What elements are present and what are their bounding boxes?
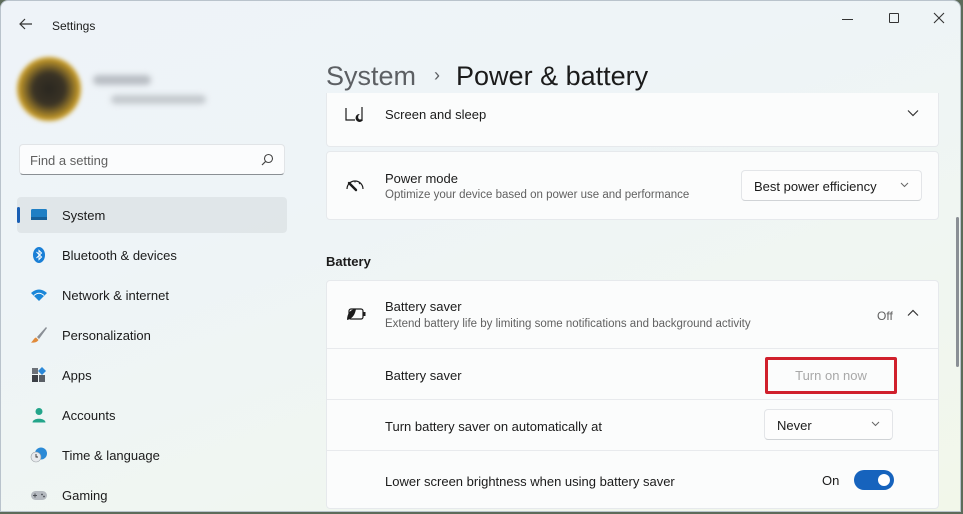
turn-on-now-button[interactable]: Turn on now: [765, 357, 897, 394]
battery-saver-status: Off: [877, 309, 893, 323]
search-placeholder: Find a setting: [30, 153, 109, 168]
sidebar-item-network[interactable]: Network & internet: [17, 277, 287, 313]
screen-sleep-icon: [345, 107, 363, 122]
search-icon: [261, 153, 274, 166]
screen-sleep-title: Screen and sleep: [385, 107, 487, 122]
battery-saver-icon: [347, 308, 366, 320]
minimize-button[interactable]: [827, 9, 867, 29]
avatar[interactable]: [17, 57, 81, 121]
sidebar-item-gaming[interactable]: Gaming: [17, 477, 287, 511]
bluetooth-icon: [33, 247, 45, 263]
scrollbar[interactable]: [956, 217, 959, 367]
power-mode-selected: Best power efficiency: [754, 179, 877, 194]
chevron-down-icon: [900, 182, 909, 188]
profile-email: [111, 95, 206, 104]
power-mode-subtitle: Optimize your device based on power use …: [385, 189, 690, 201]
search-input[interactable]: Find a setting: [19, 144, 285, 175]
chevron-down-icon[interactable]: [907, 109, 919, 117]
sidebar-item-time-language[interactable]: Time & language: [17, 437, 287, 473]
breadcrumb-separator: ›: [434, 65, 441, 85]
battery-saver-card: Battery saver Extend battery life by lim…: [326, 280, 939, 509]
power-mode-gauge-icon: [346, 180, 364, 192]
sidebar-item-label: Network & internet: [62, 288, 169, 303]
breadcrumb: System › Power & battery: [326, 61, 648, 92]
brush-icon: [31, 327, 47, 343]
sidebar-item-accounts[interactable]: Accounts: [17, 397, 287, 433]
back-button[interactable]: [15, 15, 37, 37]
breadcrumb-parent[interactable]: System: [326, 61, 416, 91]
battery-saver-header[interactable]: Battery saver Extend battery life by lim…: [327, 281, 938, 348]
maximize-button[interactable]: [874, 9, 914, 29]
auto-battery-saver-dropdown[interactable]: Never: [764, 409, 893, 440]
sidebar-item-label: Gaming: [62, 488, 108, 503]
account-icon: [32, 408, 46, 423]
turn-on-now-label: Turn on now: [795, 368, 867, 383]
battery-saver-subtitle: Extend battery life by limiting some not…: [385, 318, 751, 330]
auto-battery-saver-selected: Never: [777, 418, 812, 433]
system-display-icon: [31, 209, 47, 220]
back-arrow-icon: [19, 18, 32, 30]
sidebar-item-system[interactable]: System: [17, 197, 287, 233]
chevron-down-icon: [871, 421, 880, 427]
sidebar-item-personalization[interactable]: Personalization: [17, 317, 287, 353]
title-bar: Settings: [1, 1, 960, 49]
sidebar-item-apps[interactable]: Apps: [17, 357, 287, 393]
lower-brightness-toggle[interactable]: [854, 470, 894, 490]
divider: [327, 399, 938, 400]
minimize-icon: [841, 19, 853, 20]
sidebar-item-label: Personalization: [62, 328, 151, 343]
sidebar-item-bluetooth[interactable]: Bluetooth & devices: [17, 237, 287, 273]
close-icon: [933, 12, 945, 24]
maximize-icon: [889, 13, 899, 23]
wifi-icon: [31, 289, 47, 301]
profile-name: [93, 75, 151, 85]
power-mode-card: Power mode Optimize your device based on…: [326, 151, 939, 220]
sidebar-nav: System Bluetooth & devices Network & int…: [17, 197, 287, 511]
sidebar-item-label: Time & language: [62, 448, 160, 463]
lower-brightness-label: Lower screen brightness when using batte…: [385, 474, 675, 489]
battery-saver-row-label: Battery saver: [385, 368, 462, 383]
screen-sleep-card[interactable]: Screen and sleep: [326, 93, 939, 147]
active-indicator: [17, 207, 20, 223]
toggle-knob: [878, 474, 890, 486]
battery-section-label: Battery: [326, 254, 371, 269]
globe-clock-icon: [30, 447, 47, 463]
settings-window: Settings Find a setting System Bluetooth…: [0, 0, 961, 512]
gamepad-icon: [31, 491, 47, 500]
battery-saver-title: Battery saver: [385, 299, 462, 314]
auto-battery-saver-label: Turn battery saver on automatically at: [385, 419, 603, 434]
power-mode-title: Power mode: [385, 171, 458, 186]
sidebar-item-label: Apps: [62, 368, 92, 383]
divider: [327, 450, 938, 451]
chevron-up-icon[interactable]: [907, 309, 919, 317]
close-button[interactable]: [919, 9, 959, 29]
app-title: Settings: [52, 19, 96, 33]
sidebar-item-label: Bluetooth & devices: [62, 248, 177, 263]
apps-icon: [32, 367, 46, 382]
power-mode-dropdown[interactable]: Best power efficiency: [741, 170, 922, 201]
page-title: Power & battery: [456, 61, 649, 91]
sidebar-item-label: System: [62, 208, 106, 223]
sidebar-item-label: Accounts: [62, 408, 116, 423]
divider: [327, 348, 938, 349]
lower-brightness-state: On: [822, 473, 840, 488]
